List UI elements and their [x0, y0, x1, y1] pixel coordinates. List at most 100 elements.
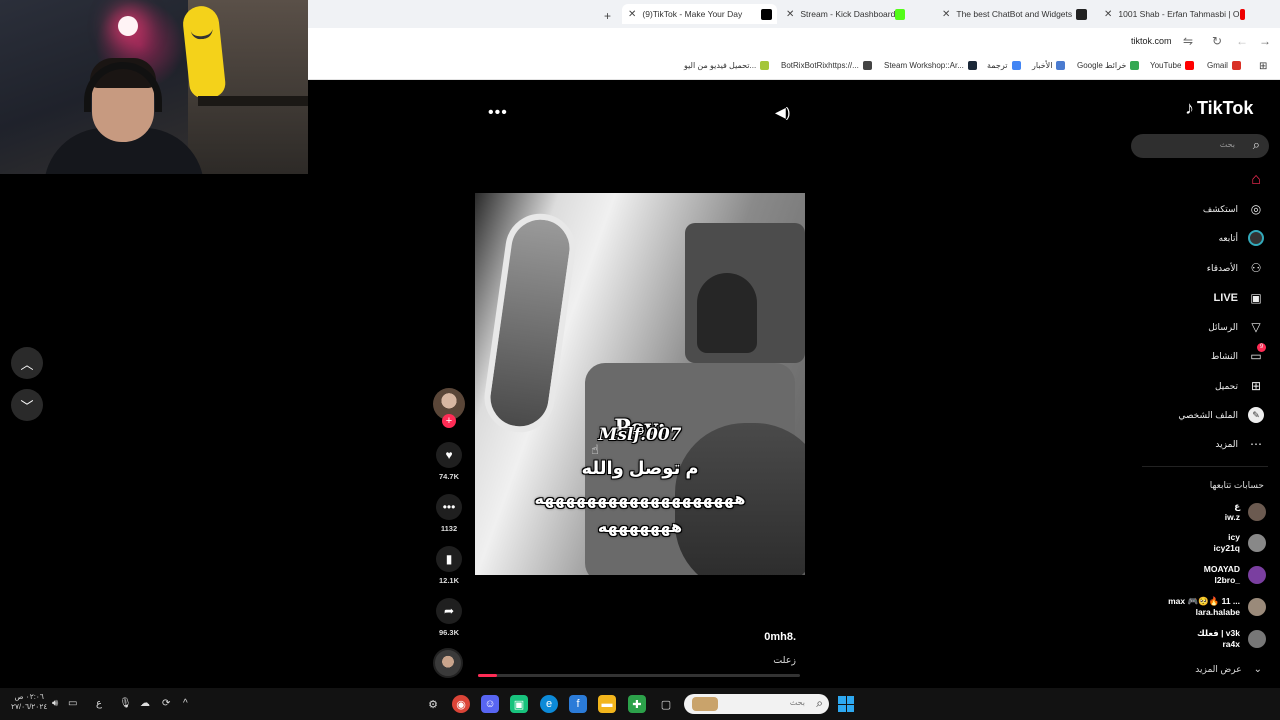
bookmark-news[interactable]: الأخبار: [1032, 61, 1066, 70]
streaming-app-icon[interactable]: ▣: [510, 695, 528, 713]
messages-icon: ▽: [1251, 320, 1261, 334]
close-tab-icon[interactable]: ✕: [942, 9, 950, 20]
bookmark-downloader[interactable]: تحميل فيديو من اليو...: [684, 61, 770, 70]
next-video-button[interactable]: ﹀: [11, 389, 43, 421]
site-settings-icon[interactable]: ⇋: [1183, 34, 1193, 48]
search-highlight-image: [692, 697, 718, 711]
nav-explore[interactable]: استكشف ◎: [1203, 201, 1264, 217]
tray-overflow-icon[interactable]: ^: [183, 698, 188, 709]
close-tab-icon[interactable]: ✕: [786, 9, 794, 20]
file-explorer-icon[interactable]: ▬: [598, 695, 616, 713]
comment-button[interactable]: ••• 1132: [430, 494, 468, 533]
followed-account[interactable]: icy icy21q: [1214, 532, 1266, 554]
nav-activity[interactable]: النشاط ▭ 9: [1211, 343, 1266, 364]
bookmark-translate[interactable]: ترجمة: [987, 61, 1021, 70]
taskbar-search-input[interactable]: بحث ⌕: [684, 694, 829, 714]
steam-icon: [967, 61, 977, 70]
show-more-button[interactable]: عرض المزيد ⌄: [1195, 664, 1262, 675]
search-icon[interactable]: ⌕: [1253, 137, 1260, 153]
nav-upload[interactable]: تحميل ⊞: [1215, 378, 1264, 394]
nav-home[interactable]: ⌂: [1230, 171, 1264, 188]
video-author[interactable]: 0mh8.: [764, 631, 796, 643]
bookmark-gmail[interactable]: Gmail: [1207, 61, 1241, 70]
airplane-window: [480, 209, 580, 437]
follow-plus-icon[interactable]: +: [442, 414, 456, 428]
followed-account[interactable]: MOAYAD l2bro_: [1204, 564, 1266, 586]
close-tab-icon[interactable]: ✕: [1104, 9, 1112, 20]
bookmark-steam[interactable]: Steam Workshop::Ar...: [884, 61, 977, 70]
webcam-overlay: [0, 0, 308, 174]
nav-friends[interactable]: الأصدقاء ⚇: [1207, 260, 1264, 276]
more-options-icon[interactable]: •••: [488, 104, 508, 122]
avatar: [1248, 534, 1266, 552]
screen: + ✕ (9)TikTok - Make Your Day ✕ Stream -…: [0, 0, 1280, 720]
caption-line: م توصل والله: [581, 458, 699, 478]
close-tab-icon[interactable]: ✕: [628, 9, 636, 20]
apps-grid-icon[interactable]: ⊞: [1259, 61, 1267, 72]
sound-icon[interactable]: ◀): [775, 104, 790, 121]
nav-profile[interactable]: الملف الشخصي ✎: [1178, 407, 1264, 423]
creator-avatar-button[interactable]: +: [430, 388, 468, 428]
chatbot-favicon-icon: [1076, 8, 1087, 20]
back-icon[interactable]: →: [1259, 34, 1271, 48]
avatar: [1248, 566, 1266, 584]
address-bar[interactable]: tiktok.com: [1131, 36, 1172, 46]
news-icon: [1056, 61, 1066, 70]
tiktok-logo[interactable]: ♪ TikTok: [1185, 98, 1253, 119]
progress-fill: [478, 674, 498, 677]
more-icon: ⋯: [1250, 437, 1262, 451]
notification-badge: 9: [1257, 343, 1266, 352]
bookmark-maps[interactable]: Google خرائط: [1077, 61, 1140, 70]
task-view-icon[interactable]: ▢: [657, 695, 675, 713]
tab-kick[interactable]: ✕ Stream - Kick Dashboard: [780, 4, 910, 24]
volume-icon[interactable]: 🔊︎: [52, 698, 58, 709]
nav-following[interactable]: أتابعه: [1219, 230, 1264, 246]
spreadsheet-app-icon[interactable]: ✚: [628, 695, 646, 713]
bookmark-button[interactable]: ▮ 12.1K: [430, 546, 468, 585]
following-accounts-title: حسابات تتابعها: [1209, 480, 1264, 490]
bookmark-youtube[interactable]: YouTube: [1150, 61, 1195, 70]
tab-title: (9)TikTok - Make Your Day: [642, 9, 743, 19]
followed-account[interactable]: ع iw.z: [1225, 501, 1266, 523]
sync-icon[interactable]: ⟳: [162, 698, 170, 709]
share-button[interactable]: ➦ 96.3K: [430, 598, 468, 637]
tiktok-note-icon: ♪: [1185, 98, 1194, 118]
store-app-icon[interactable]: f: [569, 695, 587, 713]
avatar: [1248, 503, 1266, 521]
system-clock[interactable]: ٠٢:٠٦ ص ٢٧/٠٦/٢٠٢٤: [11, 692, 47, 712]
tab-tiktok[interactable]: ✕ (9)TikTok - Make Your Day: [622, 4, 777, 24]
language-indicator[interactable]: ع: [96, 698, 102, 709]
nav-live[interactable]: LIVE ▣: [1214, 290, 1264, 306]
nav-messages[interactable]: الرسائل ▽: [1208, 319, 1264, 335]
edge-app-icon[interactable]: e: [540, 695, 558, 713]
nav-more[interactable]: المزيد ⋯: [1215, 436, 1264, 452]
start-button[interactable]: [838, 696, 854, 712]
tab-title: The best ChatBot and Widgets: [956, 9, 1073, 19]
youtube-favicon-icon: [1239, 8, 1245, 20]
video-player[interactable]: Pov: Mslf.007 م توصل والله ههههههههههههه…: [475, 193, 805, 575]
previous-video-button[interactable]: ︿: [11, 347, 43, 379]
settings-app-icon[interactable]: ⚙: [424, 695, 442, 713]
discord-app-icon[interactable]: ☺: [481, 695, 499, 713]
reload-icon[interactable]: ↻: [1212, 34, 1222, 48]
followed-account[interactable]: max 🎮🥺🔥 11 ... lara.halabe: [1168, 596, 1266, 618]
music-disc-icon[interactable]: [433, 648, 463, 678]
avatar-ring-icon: [1248, 230, 1264, 246]
chrome-app-icon[interactable]: ◉: [452, 695, 470, 713]
video-progress-bar[interactable]: [478, 674, 800, 677]
android-icon: [760, 61, 770, 70]
followed-account[interactable]: فعلك | v3k ra4x: [1197, 628, 1266, 650]
network-icon[interactable]: ▭: [68, 698, 77, 709]
microphone-icon[interactable]: 🎙︎: [119, 698, 132, 709]
tab-music[interactable]: ✕ 1001 Shab - Erfan Tahmasbi | O: [1098, 4, 1250, 24]
new-tab-button[interactable]: +: [604, 6, 611, 26]
forward-icon[interactable]: ←: [1236, 34, 1248, 48]
search-input[interactable]: بحث ⌕: [1131, 134, 1269, 158]
kick-favicon-icon: [895, 8, 905, 20]
cloud-icon[interactable]: ☁: [140, 698, 150, 709]
bookmark-botrix[interactable]: BotRixBotRixhttps://...: [781, 61, 872, 70]
like-button[interactable]: ♥ 74.7K: [430, 442, 468, 481]
friends-icon: ⚇: [1250, 261, 1262, 275]
gmail-icon: [1231, 61, 1241, 70]
tab-chatbot[interactable]: ✕ The best ChatBot and Widgets: [936, 4, 1092, 24]
